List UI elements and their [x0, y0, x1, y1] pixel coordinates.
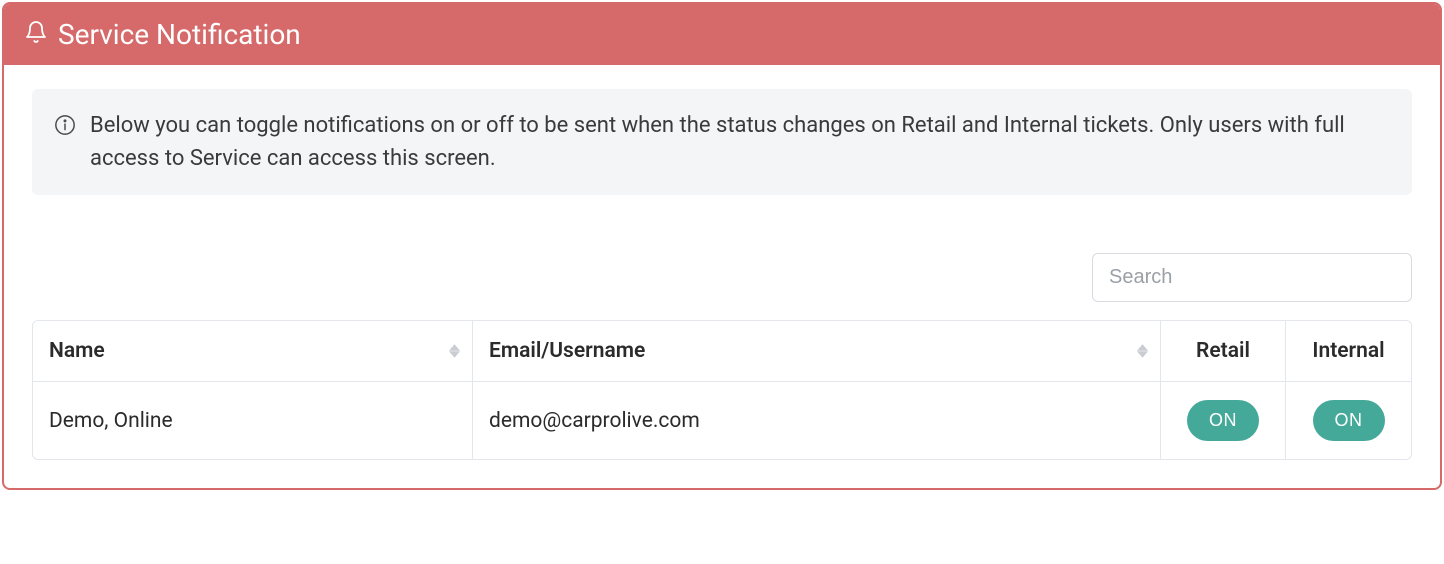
service-notification-panel: Service Notification Below you can toggl…: [2, 2, 1442, 490]
column-header-retail-label: Retail: [1196, 339, 1250, 363]
panel-body: Below you can toggle notifications on or…: [4, 65, 1440, 488]
sort-icon: [449, 344, 460, 358]
sort-icon: [1137, 344, 1148, 358]
search-row: [32, 253, 1412, 302]
panel-title: Service Notification: [58, 18, 301, 51]
column-header-internal: Internal: [1286, 321, 1411, 382]
notification-table: Name Email/Username: [32, 320, 1412, 460]
retail-toggle[interactable]: ON: [1187, 400, 1259, 441]
info-box: Below you can toggle notifications on or…: [32, 89, 1412, 195]
column-header-internal-label: Internal: [1312, 339, 1384, 363]
cell-name: Demo, Online: [33, 382, 473, 459]
column-header-retail: Retail: [1161, 321, 1286, 382]
column-header-name-label: Name: [49, 339, 105, 363]
column-header-email-label: Email/Username: [489, 339, 645, 363]
info-text: Below you can toggle notifications on or…: [90, 109, 1390, 175]
panel-header: Service Notification: [4, 4, 1440, 65]
cell-internal: ON: [1286, 382, 1411, 459]
table-header-row: Name Email/Username: [33, 321, 1411, 382]
column-header-name[interactable]: Name: [33, 321, 473, 382]
info-icon: [54, 109, 76, 146]
cell-email: demo@carprolive.com: [473, 382, 1161, 459]
table-row: Demo, Online demo@carprolive.com ON ON: [33, 382, 1411, 459]
column-header-email[interactable]: Email/Username: [473, 321, 1161, 382]
bell-icon: [24, 18, 48, 51]
internal-toggle[interactable]: ON: [1313, 400, 1385, 441]
search-input[interactable]: [1092, 253, 1412, 302]
cell-retail: ON: [1161, 382, 1286, 459]
